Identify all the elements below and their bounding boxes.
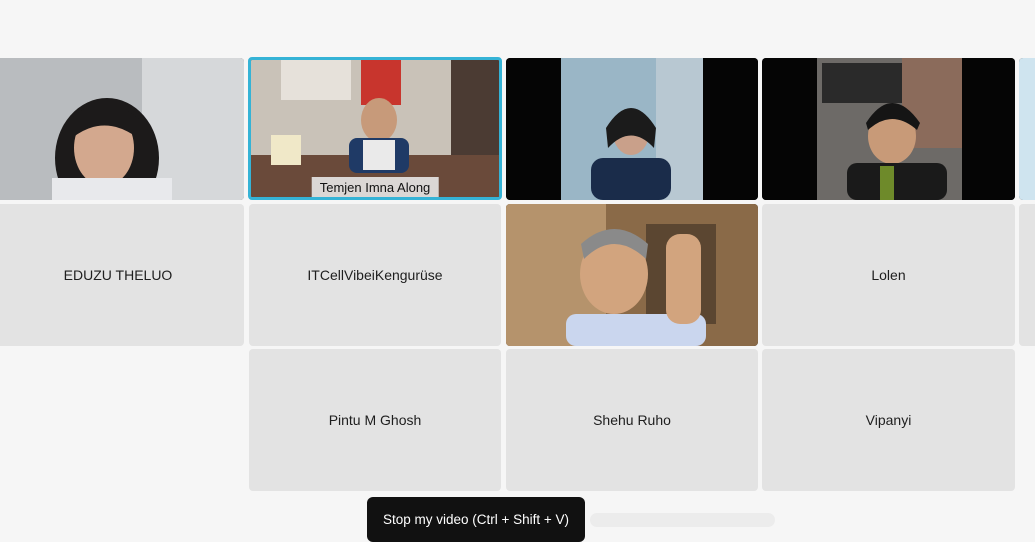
participant-video-feed: [0, 58, 244, 200]
participant-video-tile-1[interactable]: [0, 58, 244, 200]
participant-video-tile-4[interactable]: [762, 58, 1015, 200]
participant-name: Lolen: [871, 267, 906, 283]
participant-video-tile-6[interactable]: [506, 204, 758, 346]
participant-tile-shehu-ruho[interactable]: Shehu Ruho: [506, 349, 758, 491]
participant-name: Shehu Ruho: [593, 412, 671, 428]
participant-name: ITCellVibeiKengurüse: [307, 267, 443, 283]
stop-video-tooltip: Stop my video (Ctrl + Shift + V): [367, 497, 585, 542]
participant-video-tile-2[interactable]: Temjen Imna Along: [248, 57, 502, 200]
participant-tile-lolen[interactable]: Lolen: [762, 204, 1015, 346]
participant-video-feed: [506, 58, 758, 200]
participant-tile-itcell[interactable]: ITCellVibeiKengurüse: [249, 204, 501, 346]
participant-name: Pintu M Ghosh: [328, 412, 422, 428]
participant-name: EDUZU THELUO: [63, 267, 173, 283]
participant-video-tile-3[interactable]: [506, 58, 758, 200]
participant-tile-eduzu-theluo[interactable]: EDUZU THELUO: [0, 204, 244, 346]
participant-video-tile-5[interactable]: [1019, 58, 1035, 200]
participant-tile-pintu-m-ghosh[interactable]: Pintu M Ghosh: [249, 349, 501, 491]
control-bar-shadow: [590, 513, 775, 527]
participant-tile-edge[interactable]: [1019, 204, 1035, 346]
participant-name-caption: Temjen Imna Along: [311, 177, 439, 197]
participant-tile-vipanyi[interactable]: Vipanyi: [762, 349, 1015, 491]
tooltip-text: Stop my video (Ctrl + Shift + V): [382, 512, 570, 527]
participant-video-feed: [762, 58, 1015, 200]
participant-video-feed: [1019, 58, 1035, 200]
participant-name: Vipanyi: [865, 412, 912, 428]
participant-video-feed: [506, 204, 758, 346]
